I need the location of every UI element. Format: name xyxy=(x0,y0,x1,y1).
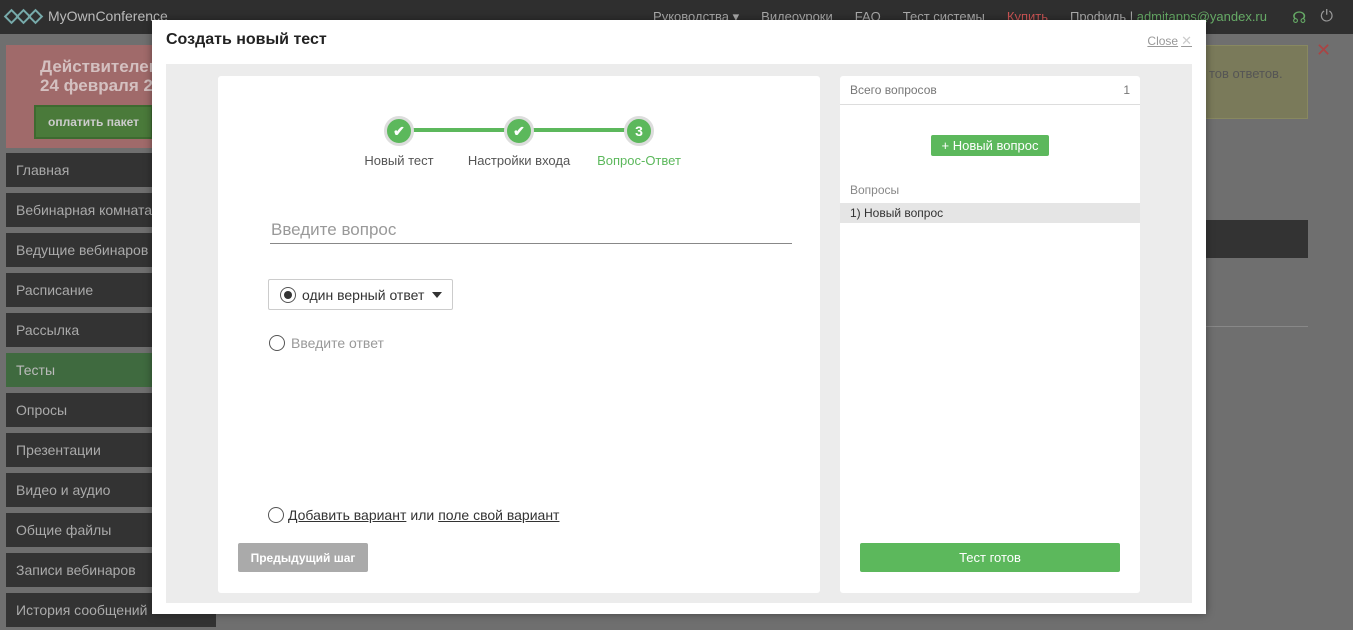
modal-title: Создать новый тест xyxy=(166,31,327,48)
step-1-label: Новый тест xyxy=(364,153,434,168)
add-variant-radio xyxy=(268,507,284,523)
background-bar xyxy=(1205,220,1308,258)
questions-list-label: Вопросы xyxy=(850,183,900,197)
question-input[interactable] xyxy=(270,216,792,244)
own-variant-link[interactable]: поле свой вариант xyxy=(438,507,559,523)
create-test-modal: Создать новый тест Close ✕ ✔ ✔ 3 Новый те… xyxy=(152,20,1206,614)
logo[interactable]: MyOwnConference xyxy=(3,8,168,24)
total-questions-count: 1 xyxy=(1123,83,1130,97)
answer-type-select[interactable]: один верный ответ xyxy=(268,279,453,310)
headset-icon[interactable]: ☊ xyxy=(1292,8,1306,28)
question-list-item[interactable]: 1) Новый вопрос xyxy=(840,203,1140,223)
answer-input[interactable] xyxy=(291,335,591,351)
divider xyxy=(1205,326,1308,327)
answer-row xyxy=(269,335,591,351)
app-name: MyOwnConference xyxy=(48,8,168,24)
previous-step-button[interactable]: Предыдущий шаг xyxy=(238,543,368,572)
logo-icon xyxy=(3,8,44,24)
step-1-check-icon: ✔ xyxy=(384,116,414,146)
step-3-number: 3 xyxy=(624,116,654,146)
questions-panel: Всего вопросов 1 + Новый вопрос Вопросы … xyxy=(840,76,1140,593)
question-editor: ✔ ✔ 3 Новый тест Настройки входа Вопрос-… xyxy=(218,76,820,593)
power-icon[interactable]: ⏻ xyxy=(1320,8,1333,28)
top-icons: ☊ ⏻ xyxy=(1292,8,1333,28)
notice-text: тов ответов. xyxy=(1209,66,1283,81)
wizard-steps: ✔ ✔ 3 Новый тест Настройки входа Вопрос-… xyxy=(218,76,820,186)
radio-selected-icon xyxy=(280,286,296,303)
step-3-label: Вопрос-Ответ xyxy=(597,153,681,168)
questions-header: Всего вопросов 1 xyxy=(840,76,1140,105)
or-text: или xyxy=(410,507,435,523)
notice-close-icon[interactable]: ✕ xyxy=(1316,40,1331,61)
add-variant-link[interactable]: Добавить вариант xyxy=(288,507,406,523)
modal-close-button[interactable]: Close ✕ xyxy=(1147,33,1192,49)
step-2-label: Настройки входа xyxy=(467,153,571,168)
promo-text: Действителен 24 февраля 2 xyxy=(40,57,159,95)
new-question-button[interactable]: + Новый вопрос xyxy=(931,135,1049,156)
test-ready-button[interactable]: Тест готов xyxy=(860,543,1120,572)
promo-banner: Действителен 24 февраля 2 оплатить пакет xyxy=(6,45,166,148)
step-2-check-icon: ✔ xyxy=(504,116,534,146)
answer-radio[interactable] xyxy=(269,335,285,351)
add-variant-row: Добавить вариант или поле свой вариант xyxy=(268,507,559,523)
pay-package-button[interactable]: оплатить пакет xyxy=(34,105,154,139)
total-questions-label: Всего вопросов xyxy=(850,83,937,97)
answer-type-label: один верный ответ xyxy=(302,286,425,303)
chevron-down-icon xyxy=(432,291,443,298)
close-icon: ✕ xyxy=(1181,33,1192,48)
modal-body: ✔ ✔ 3 Новый тест Настройки входа Вопрос-… xyxy=(166,64,1192,603)
